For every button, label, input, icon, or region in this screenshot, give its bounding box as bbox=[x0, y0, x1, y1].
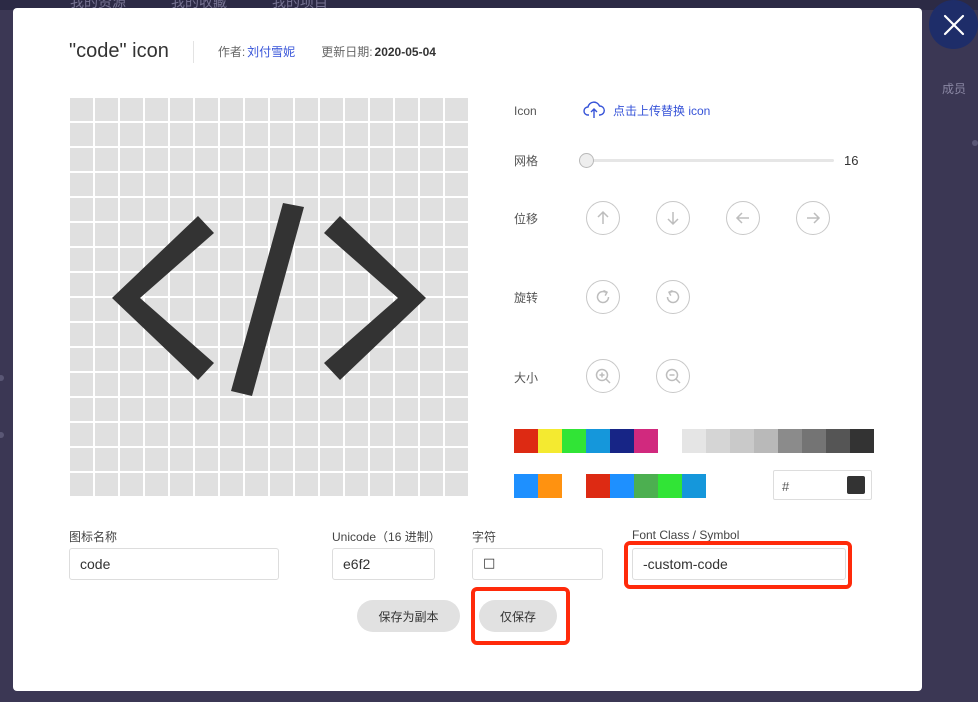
hex-hash-symbol: # bbox=[782, 479, 790, 494]
close-button[interactable] bbox=[929, 0, 978, 49]
color-swatch[interactable] bbox=[778, 429, 802, 453]
shift-left-button[interactable] bbox=[726, 201, 760, 235]
arrow-up-icon bbox=[597, 210, 609, 224]
grid-slider-value: 16 bbox=[844, 153, 859, 168]
date-value: 2020-05-04 bbox=[374, 44, 436, 59]
icon-label: Icon bbox=[514, 104, 537, 118]
color-swatch[interactable] bbox=[754, 429, 778, 453]
hex-color-preview[interactable] bbox=[847, 476, 865, 494]
color-swatch[interactable] bbox=[658, 474, 682, 498]
rotate-clockwise-button[interactable] bbox=[586, 280, 620, 314]
background-dot bbox=[0, 375, 4, 381]
background-dot bbox=[0, 432, 4, 438]
color-swatch[interactable] bbox=[850, 429, 874, 453]
hex-color-input[interactable]: # bbox=[773, 470, 872, 500]
char-field[interactable]: □ bbox=[472, 548, 603, 580]
code-icon bbox=[112, 203, 426, 396]
background-dot bbox=[972, 140, 978, 146]
color-swatch[interactable] bbox=[562, 429, 586, 453]
color-swatch[interactable] bbox=[610, 474, 634, 498]
color-swatch[interactable] bbox=[538, 429, 562, 453]
color-swatch[interactable] bbox=[586, 474, 610, 498]
size-label: 大小 bbox=[514, 371, 539, 385]
name-field[interactable]: code bbox=[69, 548, 279, 580]
icon-grid-canvas[interactable] bbox=[69, 97, 469, 496]
author-label: 作者: bbox=[217, 45, 246, 59]
shift-right-button[interactable] bbox=[796, 201, 830, 235]
modal-header: "code" icon 作者: 刘付雪妮 更新日期: 2020-05-04 bbox=[69, 40, 436, 63]
rotate-cw-icon bbox=[596, 289, 610, 304]
color-swatch[interactable] bbox=[682, 474, 706, 498]
icon-edit-modal: "code" icon 作者: 刘付雪妮 更新日期: 2020-05-04 Ic… bbox=[13, 8, 922, 691]
color-swatch[interactable] bbox=[586, 429, 610, 453]
shift-label: 位移 bbox=[514, 212, 539, 226]
shift-down-button[interactable] bbox=[656, 201, 690, 235]
shift-up-button[interactable] bbox=[586, 201, 620, 235]
grid-slider-thumb[interactable] bbox=[579, 153, 594, 168]
color-swatch[interactable] bbox=[538, 474, 562, 498]
grid-label: 网格 bbox=[514, 154, 539, 168]
color-swatch[interactable] bbox=[802, 429, 826, 453]
color-swatch[interactable] bbox=[634, 429, 658, 453]
arrow-down-icon bbox=[667, 212, 679, 226]
save-as-copy-button[interactable]: 保存为副本 bbox=[357, 600, 460, 632]
highlight-box-fontclass bbox=[624, 541, 852, 589]
close-icon bbox=[943, 14, 964, 35]
color-swatch[interactable] bbox=[514, 429, 538, 453]
zoom-out-icon bbox=[665, 368, 681, 384]
name-field-label: 图标名称 bbox=[69, 530, 118, 544]
color-swatch[interactable] bbox=[826, 429, 850, 453]
rotate-ccw-icon bbox=[666, 289, 680, 304]
rotate-label: 旋转 bbox=[514, 291, 539, 305]
color-swatch[interactable] bbox=[634, 474, 658, 498]
fontclass-field-label: Font Class / Symbol bbox=[632, 528, 740, 542]
zoom-in-button[interactable] bbox=[586, 359, 620, 393]
date-label: 更新日期: bbox=[321, 45, 373, 59]
unicode-field[interactable]: e6f2 bbox=[332, 548, 435, 580]
color-swatch[interactable] bbox=[514, 474, 538, 498]
color-swatch[interactable] bbox=[730, 429, 754, 453]
color-swatch[interactable] bbox=[610, 429, 634, 453]
zoom-out-button[interactable] bbox=[656, 359, 690, 393]
arrow-right-icon bbox=[807, 212, 821, 224]
unicode-field-label: Unicode（16 进制） bbox=[332, 530, 441, 544]
color-swatch[interactable] bbox=[682, 429, 706, 453]
upload-replace-text: 点击上传替换 icon bbox=[613, 103, 711, 118]
rotate-counterclockwise-button[interactable] bbox=[656, 280, 690, 314]
background-members-text: 成员 bbox=[942, 82, 967, 96]
grid-slider-track[interactable] bbox=[585, 159, 834, 162]
author-link[interactable]: 刘付雪妮 bbox=[247, 43, 295, 60]
cloud-upload-icon bbox=[583, 101, 605, 118]
zoom-in-icon bbox=[595, 368, 611, 384]
color-swatch[interactable] bbox=[706, 429, 730, 453]
header-divider bbox=[192, 40, 194, 63]
upload-replace-link[interactable]: 点击上传替换 icon bbox=[583, 101, 710, 119]
char-field-label: 字符 bbox=[472, 530, 497, 544]
arrow-left-icon bbox=[735, 212, 749, 224]
page-title: "code" icon bbox=[69, 40, 169, 62]
highlight-box-save bbox=[471, 587, 570, 645]
